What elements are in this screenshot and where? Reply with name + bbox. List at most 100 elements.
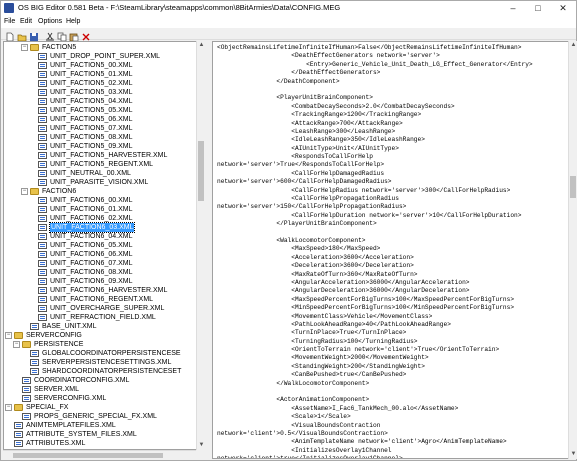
code-line[interactable]: <MaxSpeed>180</MaxSpeed> bbox=[217, 245, 533, 253]
code-line[interactable]: <PlayerUnitBrainComponent> bbox=[217, 94, 533, 102]
delete-icon[interactable] bbox=[81, 29, 91, 41]
editor-scroll-down-icon[interactable]: ▼ bbox=[569, 450, 577, 459]
code-line[interactable]: <Entry>Generic_Vehicle_Unit_Death_LG_Eff… bbox=[217, 61, 533, 69]
tree-folder[interactable]: − SERVERCONFIG bbox=[4, 331, 204, 340]
collapse-toggle-icon[interactable]: − bbox=[21, 44, 28, 51]
tree-item-label[interactable]: PROPS_GENERIC_SPECIAL_FX.XML bbox=[34, 412, 157, 421]
code-line[interactable]: <CombatDecaySeconds>2.0</CombatDecaySeco… bbox=[217, 103, 533, 111]
code-line[interactable] bbox=[217, 86, 533, 94]
tree-file[interactable]: UNIT_FACTION6_HARVESTER.XML bbox=[4, 286, 204, 295]
tree-file[interactable]: UNIT_FACTION6_REGENT.XML bbox=[4, 295, 204, 304]
collapse-toggle-icon[interactable]: − bbox=[21, 188, 28, 195]
tree-item-label[interactable]: SERVER.XML bbox=[34, 385, 79, 394]
paste-icon[interactable] bbox=[69, 29, 79, 42]
open-icon[interactable] bbox=[17, 29, 27, 42]
tree-file[interactable]: SERVERCONFIG.XML bbox=[4, 394, 204, 403]
tree-file[interactable]: UNIT_FACTION5_03.XML bbox=[4, 88, 204, 97]
tree-item-label[interactable]: COORDINATORCONFIG.XML bbox=[34, 376, 129, 385]
code-line[interactable]: network='server'>150</CallForHelpPropaga… bbox=[217, 203, 533, 211]
code-line[interactable]: <MaxRateOfTurn>360</MaxRateOfTurn> bbox=[217, 271, 533, 279]
tree-item-label[interactable]: UNIT_FACTION5_03.XML bbox=[50, 88, 132, 97]
code-line[interactable]: <TrackingRange>1200</TrackingRange> bbox=[217, 111, 533, 119]
xml-editor[interactable]: <ObjectRemainsLifetimeInfiniteIfHuman>Fa… bbox=[212, 41, 569, 459]
collapse-toggle-icon[interactable]: − bbox=[13, 341, 20, 348]
tree-item-label[interactable]: UNIT_FACTION5_07.XML bbox=[50, 124, 132, 133]
tree-file[interactable]: UNIT_FACTION5_01.XML bbox=[4, 70, 204, 79]
tree-file[interactable]: UNIT_FACTION5_07.XML bbox=[4, 124, 204, 133]
code-line[interactable]: <MaxSpeedPercentForBigTurns>100</MaxSpee… bbox=[217, 296, 533, 304]
file-tree[interactable]: − FACTION5 UNIT_DROP_POINT_SUPER.XML UNIT_F… bbox=[3, 41, 205, 450]
code-line[interactable] bbox=[217, 229, 533, 237]
tree-file[interactable]: UNIT_FACTION6_03.XML bbox=[4, 222, 204, 233]
tree-item-label[interactable]: FACTION6 bbox=[42, 187, 76, 196]
code-line[interactable]: <Scale>1</Scale> bbox=[217, 413, 533, 421]
code-line[interactable]: network='server'>600</CallForHelpDamaged… bbox=[217, 178, 533, 186]
code-line[interactable]: <CallForHelpRadius network='server'>300<… bbox=[217, 187, 533, 195]
code-line[interactable]: <PathLookAheadRange>40</PathLookAheadRan… bbox=[217, 321, 533, 329]
tree-file[interactable]: BASE_UNIT.XML bbox=[4, 322, 204, 331]
code-line[interactable] bbox=[217, 388, 533, 396]
tree-item-label[interactable]: FACTION5 bbox=[42, 43, 76, 52]
tree-file[interactable]: UNIT_FACTION5_02.XML bbox=[4, 79, 204, 88]
tree-file[interactable]: UNIT_FACTION6_08.XML bbox=[4, 268, 204, 277]
tree-file[interactable]: COORDINATORCONFIG.XML bbox=[4, 376, 204, 385]
menu-options[interactable]: Options bbox=[38, 18, 62, 25]
code-line[interactable]: <InitializesOverlay1Channel bbox=[217, 447, 533, 455]
tree-item-label[interactable]: UNIT_FACTION6_REGENT.XML bbox=[50, 295, 153, 304]
tree-item-label[interactable]: UNIT_REFRACTION_FIELD.XML bbox=[50, 313, 156, 322]
tree-file[interactable]: UNIT_FACTION5_REGENT.XML bbox=[4, 160, 204, 169]
tree-file[interactable]: UNIT_FACTION6_05.XML bbox=[4, 241, 204, 250]
code-line[interactable]: <TurnInPlace>True</TurnInPlace> bbox=[217, 329, 533, 337]
tree-file[interactable]: ANIMTEMPLATEFILES.XML bbox=[4, 421, 204, 430]
tree-file[interactable]: UNIT_FACTION6_02.XML bbox=[4, 214, 204, 223]
tree-item-label[interactable]: UNIT_FACTION6_05.XML bbox=[50, 241, 132, 250]
tree-file[interactable]: UNIT_FACTION6_01.XML bbox=[4, 205, 204, 214]
code-line[interactable]: <CallForHelpPropagationRadius bbox=[217, 195, 533, 203]
tree-file[interactable]: GLOBALCOORDINATORPERSISTENCESE bbox=[4, 349, 204, 358]
tree-item-label[interactable]: SPECIAL_FX bbox=[26, 403, 68, 412]
tree-item-label[interactable]: UNIT_OVERCHARGE_SUPER.XML bbox=[50, 304, 164, 313]
tree-folder[interactable]: − SPECIAL_FX bbox=[4, 403, 204, 412]
code-line[interactable]: <AttackRange>700</AttackRange> bbox=[217, 120, 533, 128]
tree-item-label[interactable]: SHARDCOORDINATORPERSISTENCESET bbox=[42, 367, 181, 376]
tree-item-label[interactable]: UNIT_FACTION6_03.XML bbox=[48, 222, 136, 233]
code-line[interactable]: <MovementClass>Vehicle</MovementClass> bbox=[217, 313, 533, 321]
tree-item-label[interactable]: UNIT_FACTION6_02.XML bbox=[50, 214, 132, 223]
tree-file[interactable]: UNIT_FACTION6_07.XML bbox=[4, 259, 204, 268]
tree-item-label[interactable]: UNIT_FACTION6_07.XML bbox=[50, 259, 132, 268]
tree-file[interactable]: UNIT_NEUTRAL_00.XML bbox=[4, 169, 204, 178]
tree-file[interactable]: SERVERPERSISTENCESETTINGS.XML bbox=[4, 358, 204, 367]
code-line[interactable]: network='client'>0.5</VisualBoundsContra… bbox=[217, 430, 533, 438]
tree-file[interactable]: ATTRIBUTES.XML bbox=[4, 439, 204, 448]
tree-folder[interactable]: − FACTION6 bbox=[4, 187, 204, 196]
code-line[interactable]: <TurningRadius>100</TurningRadius> bbox=[217, 338, 533, 346]
tree-item-label[interactable]: UNIT_FACTION6_09.XML bbox=[50, 277, 132, 286]
tree-item-label[interactable]: UNIT_FACTION5_00.XML bbox=[50, 61, 132, 70]
tree-item-label[interactable]: UNIT_FACTION6_04.XML bbox=[50, 232, 132, 241]
code-line[interactable]: <AssetName>I_Fac6_TankMech_00.alo</Asset… bbox=[217, 405, 533, 413]
tree-item-label[interactable]: UNIT_FACTION5_REGENT.XML bbox=[50, 160, 153, 169]
tree-file[interactable]: UNIT_FACTION5_05.XML bbox=[4, 106, 204, 115]
menu-file[interactable]: File bbox=[4, 18, 15, 25]
tree-item-label[interactable]: UNIT_FACTION6_08.XML bbox=[50, 268, 132, 277]
pane-splitter[interactable] bbox=[206, 41, 211, 459]
tree-file[interactable]: UNIT_FACTION5_00.XML bbox=[4, 61, 204, 70]
tree-item-label[interactable]: BASE_UNIT.XML bbox=[42, 322, 96, 331]
tree-item-label[interactable]: SERVERPERSISTENCESETTINGS.XML bbox=[42, 358, 171, 367]
tree-item-label[interactable]: UNIT_FACTION6_HARVESTER.XML bbox=[50, 286, 167, 295]
code-line[interactable]: <OrientToTerrain network='client'>True</… bbox=[217, 346, 533, 354]
tree-item-label[interactable]: UNIT_FACTION5_02.XML bbox=[50, 79, 132, 88]
code-line[interactable]: </DeathEffectGenerators> bbox=[217, 69, 533, 77]
minimize-button[interactable]: – bbox=[501, 1, 525, 16]
editor-scroll-up-icon[interactable]: ▲ bbox=[569, 41, 577, 50]
tree-file[interactable]: UNIT_FACTION6_09.XML bbox=[4, 277, 204, 286]
tree-item-label[interactable]: UNIT_DROP_POINT_SUPER.XML bbox=[50, 52, 160, 61]
tree-file[interactable]: UNIT_FACTION5_04.XML bbox=[4, 97, 204, 106]
tree-item-label[interactable]: UNIT_PARASITE_VISION.XML bbox=[50, 178, 148, 187]
cut-icon[interactable] bbox=[45, 29, 55, 42]
tree-hscroll-thumb[interactable] bbox=[13, 453, 163, 458]
code-line[interactable]: <MovementWeight>2000</MovementWeight> bbox=[217, 354, 533, 362]
code-line[interactable]: <DeathEffectGenerators network='server'> bbox=[217, 52, 533, 60]
code-line[interactable]: <Deceleration>3600</Deceleration> bbox=[217, 262, 533, 270]
tree-file[interactable]: UNIT_REFRACTION_FIELD.XML bbox=[4, 313, 204, 322]
